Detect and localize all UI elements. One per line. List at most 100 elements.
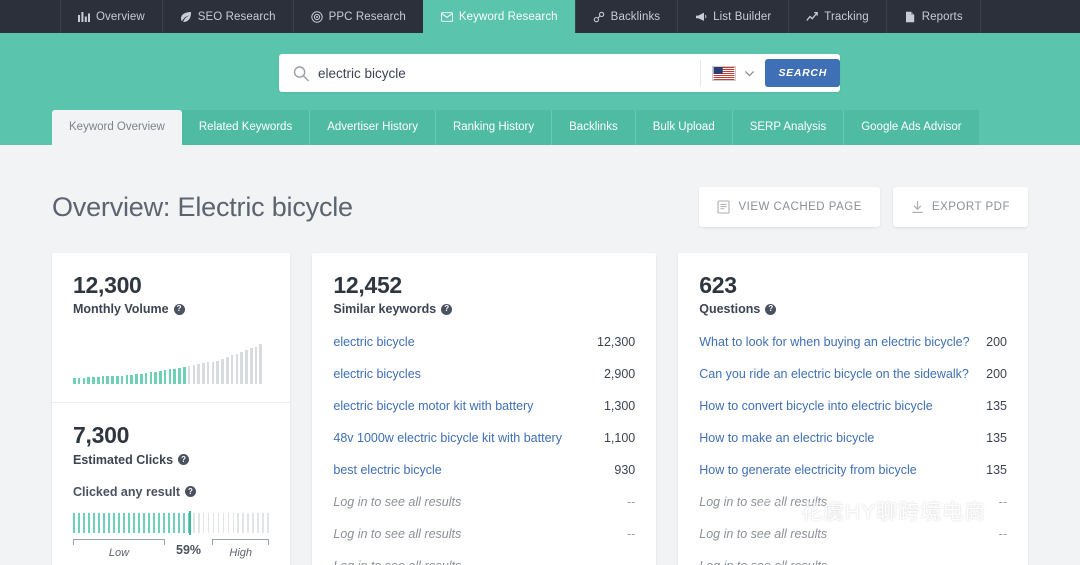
nav-item-reports[interactable]: Reports xyxy=(886,0,981,33)
search-input[interactable] xyxy=(318,66,700,81)
us-flag-icon[interactable] xyxy=(712,66,736,81)
nav-item-list-builder[interactable]: List Builder xyxy=(677,0,788,33)
question-link[interactable]: How to generate electricity from bicycle xyxy=(699,463,916,477)
gauge-tick xyxy=(158,513,160,533)
leaf-icon xyxy=(180,11,192,23)
row-volume-value: 1,300 xyxy=(604,399,635,413)
chevron-down-icon[interactable] xyxy=(743,67,756,80)
help-icon[interactable]: ? xyxy=(765,304,776,315)
table-row: Log in to see all results -- xyxy=(699,486,1007,518)
similar-keywords-label-text: Similar keywords xyxy=(333,302,436,316)
keyword-link[interactable]: electric bicycles xyxy=(333,367,421,381)
gauge-tick xyxy=(193,513,195,533)
sparkline-bar xyxy=(126,375,129,385)
sparkline-bar xyxy=(240,352,243,384)
gauge-tick xyxy=(208,513,210,533)
nav-item-label: Backlinks xyxy=(611,11,660,23)
sparkline-bar xyxy=(173,369,176,385)
table-row: Log in to see all results-- xyxy=(333,518,635,550)
question-link[interactable]: How to convert bicycle into electric bic… xyxy=(699,399,932,413)
tab-related-keywords[interactable]: Related Keywords xyxy=(182,110,310,145)
tab-keyword-overview[interactable]: Keyword Overview xyxy=(52,110,182,145)
gauge-tick xyxy=(252,513,254,533)
tab-backlinks[interactable]: Backlinks xyxy=(552,110,636,145)
question-link[interactable]: Can you ride an electric bicycle on the … xyxy=(699,367,969,381)
gauge-tick xyxy=(168,513,170,533)
nav-item-ppc-research[interactable]: PPC Research xyxy=(293,0,423,33)
question-link[interactable]: How to make an electric bicycle xyxy=(699,431,874,445)
sparkline-bar xyxy=(221,359,224,384)
sparkline-bar xyxy=(73,378,76,384)
sparkline-bar xyxy=(226,357,229,384)
card-volume-clicks: 12,300 Monthly Volume ? 7,300 Estimated … xyxy=(52,253,290,565)
tab-google-ads-advisor[interactable]: Google Ads Advisor xyxy=(844,110,978,145)
monthly-volume-section: 12,300 Monthly Volume ? xyxy=(52,253,290,402)
sparkline-bar xyxy=(178,368,181,385)
gauge-tick xyxy=(233,513,235,533)
nav-item-overview[interactable]: Overview xyxy=(60,0,162,33)
help-icon[interactable]: ? xyxy=(174,304,185,315)
download-pdf-icon xyxy=(911,200,924,214)
nav-item-label: List Builder xyxy=(713,11,771,23)
nav-item-seo-research[interactable]: SEO Research xyxy=(162,0,293,33)
sparkline-bar xyxy=(188,366,191,384)
help-icon[interactable]: ? xyxy=(441,304,452,315)
nav-item-keyword-research[interactable]: Keyword Research xyxy=(423,0,575,33)
table-row: Log in to see all results-- xyxy=(699,518,1007,550)
gauge-tick xyxy=(103,513,105,533)
tab-advertiser-history[interactable]: Advertiser History xyxy=(310,110,436,145)
tab-serp-analysis[interactable]: SERP Analysis xyxy=(733,110,845,145)
export-pdf-button[interactable]: EXPORT PDF xyxy=(893,187,1028,227)
question-link[interactable]: What to look for when buying an electric… xyxy=(699,335,969,349)
gauge-tick xyxy=(113,513,115,533)
sparkline-bar xyxy=(102,376,105,384)
row-volume-value: -- xyxy=(999,495,1007,509)
nav-item-backlinks[interactable]: Backlinks xyxy=(575,0,677,33)
keyword-link[interactable]: electric bicycle motor kit with battery xyxy=(333,399,533,413)
table-row: electric bicycle12,300 xyxy=(333,326,635,358)
table-row: electric bicycle motor kit with battery 1… xyxy=(333,390,635,422)
row-volume-value: -- xyxy=(999,559,1007,565)
envelope-icon xyxy=(441,11,453,23)
search-button[interactable]: SEARCH xyxy=(765,59,840,87)
gauge-tick xyxy=(138,513,140,533)
row-volume-value: -- xyxy=(627,559,635,565)
keyword-link[interactable]: electric bicycle xyxy=(333,335,414,349)
cards-row: 12,300 Monthly Volume ? 7,300 Estimated … xyxy=(52,253,1028,565)
nav-item-tracking[interactable]: Tracking xyxy=(788,0,885,33)
gauge-tick xyxy=(118,513,120,533)
questions-label: Questions ? xyxy=(699,302,1007,316)
table-row: best electric bicycle930 xyxy=(333,454,635,486)
sparkline-bar xyxy=(87,377,90,384)
keyword-link[interactable]: 48v 1000w electric bicycle kit with batt… xyxy=(333,431,562,445)
gauge-tick xyxy=(228,513,230,533)
gauge-tick xyxy=(198,513,200,533)
gauge-tick xyxy=(148,513,150,533)
table-row: electric bicycles2,900 xyxy=(333,358,635,390)
questions-label-text: Questions xyxy=(699,302,760,316)
keyword-link: Log in to see all results xyxy=(333,527,461,541)
search-band: SEARCH Keyword Overview Related Keywords… xyxy=(0,33,1080,145)
row-volume-value: -- xyxy=(999,527,1007,541)
row-volume-value: 200 xyxy=(986,367,1007,381)
keyword-link[interactable]: best electric bicycle xyxy=(333,463,441,477)
page-header: Overview: Electric bicycle VIEW CACHED P… xyxy=(52,145,1028,253)
clicked-any-result-label: Clicked any result ? xyxy=(73,485,269,499)
megaphone-icon xyxy=(695,11,707,23)
sparkline-bar xyxy=(111,376,114,384)
page-title: Overview: Electric bicycle xyxy=(52,192,353,223)
sparkline-bar xyxy=(164,370,167,384)
sparkline-bar xyxy=(231,355,234,384)
table-row: Log in to see all results-- xyxy=(699,550,1007,565)
page-actions: VIEW CACHED PAGE EXPORT PDF xyxy=(699,187,1028,227)
tab-ranking-history[interactable]: Ranking History xyxy=(436,110,552,145)
view-cached-page-button[interactable]: VIEW CACHED PAGE xyxy=(699,187,879,227)
help-icon[interactable]: ? xyxy=(178,454,189,465)
sparkline-bar xyxy=(150,372,153,384)
question-link: Log in to see all results xyxy=(699,495,827,509)
tab-bulk-upload[interactable]: Bulk Upload xyxy=(636,110,733,145)
gauge-tick xyxy=(88,513,90,533)
sparkline-bar xyxy=(212,362,215,385)
help-icon[interactable]: ? xyxy=(185,486,196,497)
sparkline-bar xyxy=(250,348,253,384)
